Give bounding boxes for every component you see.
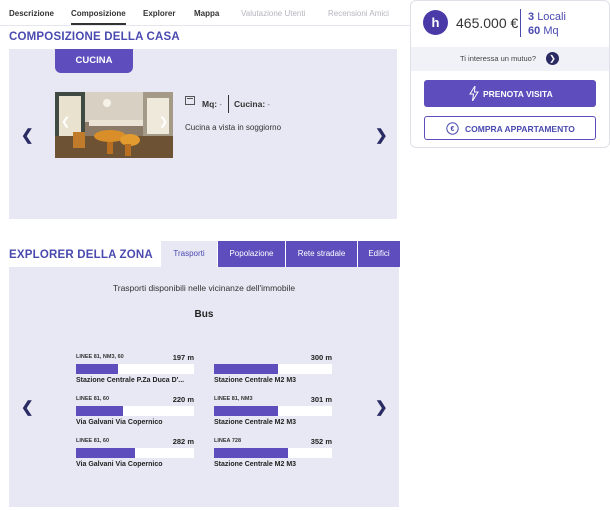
distance-bar-fill [76, 364, 119, 374]
stop-distance: 301 m [310, 395, 332, 404]
euro-icon: € [446, 122, 459, 137]
stop-item: LINEE 81, 60 282 m Via Galvani Via Coper… [76, 437, 194, 470]
explorer-category: Bus [194, 309, 214, 320]
tab-descrizione[interactable]: Descrizione [9, 9, 54, 18]
floorplan-icon [185, 96, 195, 105]
tab-explorer[interactable]: Explorer [143, 9, 175, 18]
stop-item: 300 m Stazione Centrale M2 M3 [214, 353, 332, 386]
tab-recensioni-amici[interactable]: Recensioni Amici [328, 9, 389, 18]
stop-name: Stazione Centrale M2 M3 [214, 419, 297, 426]
tab-composizione[interactable]: Composizione [71, 9, 126, 25]
tab-trasporti[interactable]: Trasporti [161, 241, 217, 267]
cucina-label: Cucina: [234, 99, 266, 109]
compra-appartamento-label: COMPRA APPARTAMENTO [465, 124, 575, 134]
price-divider [520, 9, 521, 37]
svg-text:€: € [451, 126, 455, 133]
chevron-right-icon[interactable]: ❯ [546, 52, 559, 65]
mq-field: Mq: - [202, 99, 222, 109]
chevron-left-icon[interactable]: ❮ [21, 400, 34, 415]
price: 465.000 € [456, 15, 519, 31]
distance-bar-fill [214, 448, 289, 458]
locali-number: 3 [528, 11, 535, 23]
distance-bar [214, 406, 332, 416]
kitchen-photo-illustration [55, 92, 173, 158]
chevron-left-icon[interactable]: ❮ [21, 128, 34, 143]
explorer-subtitle: Trasporti disponibili nelle vicinanze de… [112, 283, 296, 293]
stop-distance: 220 m [172, 395, 194, 404]
distance-bar-fill [214, 364, 278, 374]
stop-item: LINEE 81, 60 220 m Via Galvani Via Coper… [76, 395, 194, 428]
stop-item: LINEE 81, NM3, 60 197 m Stazione Central… [76, 353, 194, 386]
info-divider [228, 95, 229, 113]
chevron-right-icon[interactable]: ❯ [375, 128, 388, 143]
brand-logo-icon: h [423, 10, 448, 35]
room-tab-cucina[interactable]: CUCINA [55, 49, 133, 73]
stop-distance: 300 m [310, 353, 332, 362]
stop-name: Via Galvani Via Copernico [76, 419, 163, 426]
distance-bar [76, 448, 194, 458]
photo-prev-icon[interactable]: ❮ [61, 117, 70, 128]
photo-next-icon[interactable]: ❯ [159, 117, 168, 128]
distance-bar [76, 364, 194, 374]
stop-lines: LINEE 81, NM3 [214, 396, 253, 402]
explorer-panel [9, 267, 399, 507]
stop-name: Stazione Centrale M2 M3 [214, 377, 297, 384]
stop-item: LINEA 728 352 m Stazione Centrale M2 M3 [214, 437, 332, 470]
stop-lines: LINEA 728 [214, 438, 242, 444]
explorer-title: EXPLORER DELLA ZONA [9, 249, 153, 261]
stop-distance: 352 m [310, 437, 332, 446]
cucina-value: - [267, 102, 270, 109]
distance-bar [76, 406, 194, 416]
top-tab-bar: Descrizione Composizione Explorer Mappa … [0, 0, 410, 26]
prenota-visita-label: PRENOTA VISITA [483, 89, 553, 99]
lightning-icon [469, 85, 479, 103]
stop-lines: LINEE 81, NM3, 60 [76, 354, 124, 360]
composizione-title: COMPOSIZIONE DELLA CASA [9, 31, 180, 43]
room-photo: ❮ ❯ [55, 92, 173, 158]
distance-bar-fill [214, 406, 278, 416]
pendant-light [103, 99, 111, 107]
stop-lines: LINEE 81, 60 [76, 396, 110, 402]
size-number: 60 [528, 25, 541, 37]
distance-bar-fill [76, 448, 135, 458]
locali-label: Locali [537, 11, 566, 23]
chevron-right-icon[interactable]: ❯ [375, 400, 388, 415]
page: Descrizione Composizione Explorer Mappa … [0, 0, 610, 510]
tab-mappa[interactable]: Mappa [194, 9, 219, 18]
tab-popolazione[interactable]: Popolazione [218, 241, 285, 267]
mq-label: Mq: [202, 99, 218, 109]
distance-bar [214, 364, 332, 374]
stop-distance: 282 m [172, 437, 194, 446]
tab-rete-stradale[interactable]: Rete stradale [286, 241, 357, 267]
stop-distance: 197 m [172, 353, 194, 362]
stop-lines: LINEE 81, 60 [76, 438, 110, 444]
stop-name: Via Galvani Via Copernico [76, 461, 163, 468]
stop-item: LINEE 81, NM3 301 m Stazione Centrale M2… [214, 395, 332, 428]
stop-name: Stazione Centrale M2 M3 [214, 461, 297, 468]
mq-value: - [219, 102, 222, 109]
distance-bar-fill [76, 406, 124, 416]
tab-valutazione-utenti[interactable]: Valutazione Utenti [241, 9, 305, 18]
room-description: Cucina a vista in soggiorno [185, 123, 282, 132]
size-label: Mq [543, 25, 559, 37]
distance-bar [214, 448, 332, 458]
rooms-size: 3 Locali 60 Mq [528, 10, 566, 38]
compra-appartamento-button[interactable]: € COMPRA APPARTAMENTO [424, 116, 596, 140]
mutuo-question[interactable]: Ti interessa un mutuo? [460, 54, 536, 63]
tab-edifici[interactable]: Edifici [358, 241, 400, 267]
prenota-visita-button[interactable]: PRENOTA VISITA [424, 80, 596, 107]
cucina-field: Cucina: - [234, 99, 270, 109]
stop-name: Stazione Centrale P.Za Duca D'... [76, 377, 185, 384]
